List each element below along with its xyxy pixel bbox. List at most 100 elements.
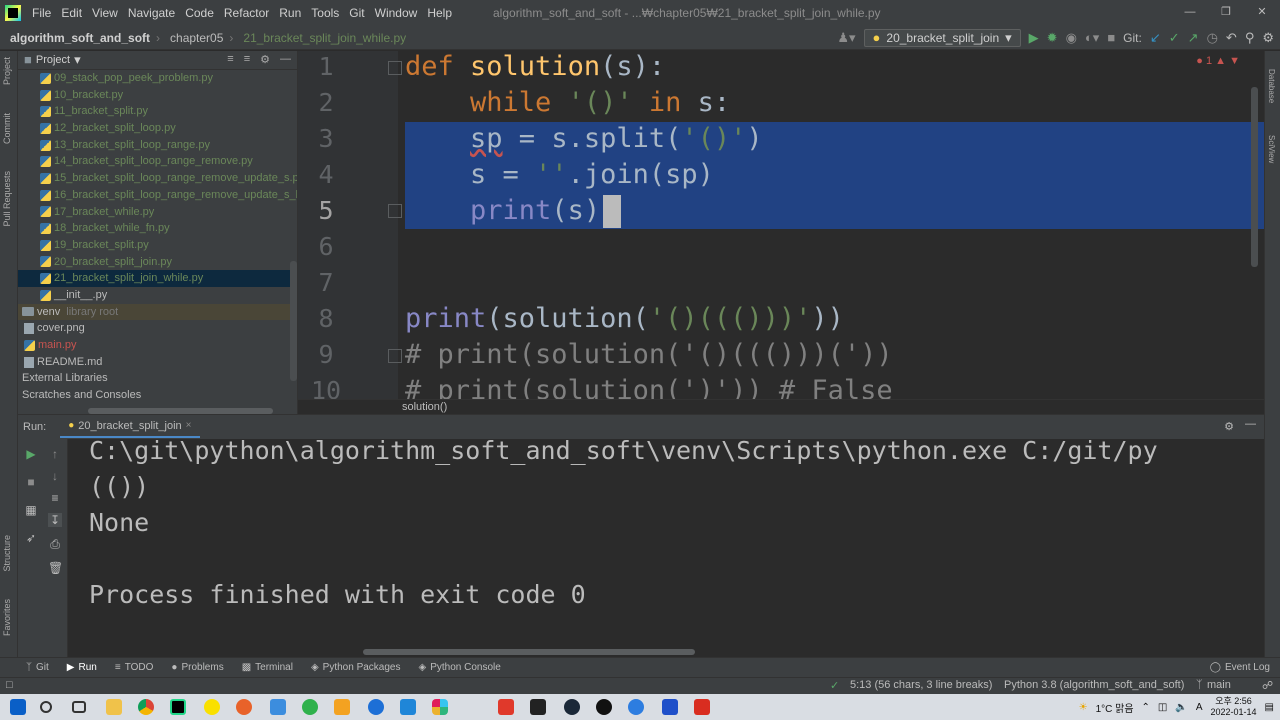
tool-tab-python-console[interactable]: ◈ Python Console [418, 662, 500, 673]
hide-icon[interactable]: — [280, 53, 291, 66]
tree-item[interactable]: 16_bracket_split_loop_range_remove_updat… [18, 187, 297, 204]
app-icon[interactable] [628, 699, 644, 715]
obs-icon[interactable] [596, 699, 612, 715]
app-icon[interactable] [368, 699, 384, 715]
event-log-tab[interactable]: ◯ Event Log [1210, 662, 1270, 673]
layout-toggle-icon[interactable]: □ [6, 679, 13, 691]
breadcrumb-file[interactable]: 21_bracket_split_join_while.py [233, 31, 412, 45]
menu-view[interactable]: View [87, 6, 123, 20]
layout-icon[interactable]: ▦ [24, 503, 38, 517]
tree-item[interactable]: 19_bracket_split.py [18, 237, 297, 254]
tree-item[interactable]: __init__.py [18, 287, 297, 304]
code-editor[interactable]: 1 2 3 4 5 6 7 8 9 10 def solution(s): while '()' … [298, 51, 1264, 399]
soft-wrap-icon[interactable]: ≡ [48, 491, 62, 505]
profile-icon[interactable]: ◐▾ [1085, 31, 1099, 45]
tool-tab-terminal[interactable]: ▩ Terminal [242, 662, 293, 673]
stop-icon[interactable]: ■ [24, 475, 38, 489]
debug-icon[interactable]: ✹ [1047, 31, 1058, 45]
menu-help[interactable]: Help [422, 6, 457, 20]
stripe-tab-favorites[interactable]: Favorites [2, 599, 12, 636]
user-icon[interactable]: ♟▾ [837, 31, 855, 45]
minimize-icon[interactable]: — [1172, 0, 1208, 26]
close-icon[interactable]: ✕ [1244, 0, 1280, 26]
chevron-up-icon[interactable]: ⌃ [1142, 702, 1150, 713]
close-icon[interactable]: × [186, 419, 192, 433]
menu-code[interactable]: Code [180, 6, 219, 20]
stripe-tab-structure[interactable]: Structure [2, 535, 12, 572]
tool-tab-python-packages[interactable]: ◈ Python Packages [311, 662, 401, 673]
menu-window[interactable]: Window [370, 6, 423, 20]
ime-icon[interactable]: A [1196, 702, 1203, 713]
slack-icon[interactable] [432, 699, 448, 715]
task-view-icon[interactable] [72, 701, 86, 713]
stripe-tab-project[interactable]: Project [2, 57, 12, 85]
app-icon[interactable] [236, 699, 252, 715]
vivaldi-icon[interactable] [498, 699, 514, 715]
history-icon[interactable]: ◷ [1207, 31, 1218, 45]
tree-item[interactable]: venv library root [18, 303, 297, 321]
app-icon[interactable] [530, 699, 546, 715]
fold-marker-icon[interactable] [388, 349, 402, 363]
stripe-tab-database[interactable]: Database [1267, 69, 1276, 103]
tree-item[interactable]: cover.png [18, 320, 297, 337]
tree-item[interactable]: External Libraries [18, 370, 297, 387]
rerun-icon[interactable]: ▶ [24, 447, 38, 461]
error-indicator[interactable]: ● 1 ▲ ▼ [1196, 55, 1240, 67]
interpreter-selector[interactable]: Python 3.8 (algorithm_soft_and_soft) [1004, 679, 1184, 691]
collapse-all-icon[interactable]: ≡ [244, 53, 250, 66]
tree-item[interactable]: main.py [18, 337, 297, 354]
stripe-tab-pull-requests[interactable]: Pull Requests [2, 171, 12, 227]
console-output[interactable]: C:\git\python\algorithm_soft_and_soft\ve… [89, 433, 1158, 613]
editor-breadcrumb[interactable]: solution() [298, 399, 1264, 414]
stop-icon[interactable]: ■ [1107, 31, 1115, 45]
menu-refactor[interactable]: Refactor [219, 6, 274, 20]
network-icon[interactable]: ◫ [1158, 702, 1167, 713]
down-arrow-icon[interactable]: ↓ [48, 469, 62, 483]
chrome-icon[interactable] [138, 699, 154, 715]
console-scrollbar[interactable] [363, 649, 695, 655]
kakaotalk-icon[interactable] [204, 699, 220, 715]
up-arrow-icon[interactable]: ↑ [48, 447, 62, 461]
menu-git[interactable]: Git [344, 6, 369, 20]
restore-icon[interactable]: ❐ [1208, 0, 1244, 26]
git-update-icon[interactable]: ↙ [1150, 31, 1161, 45]
gear-icon[interactable]: ⚙ [260, 53, 270, 66]
tree-item[interactable]: 11_bracket_split.py [18, 103, 297, 120]
sublime-icon[interactable] [334, 699, 350, 715]
tree-item[interactable]: 13_bracket_split_loop_range.py [18, 137, 297, 154]
tree-item[interactable]: 10_bracket.py [18, 87, 297, 104]
coverage-icon[interactable]: ◉ [1066, 31, 1077, 45]
file-explorer-icon[interactable] [106, 699, 122, 715]
print-icon[interactable]: ⎙ [48, 537, 62, 552]
tree-item[interactable]: 18_bracket_while_fn.py [18, 220, 297, 237]
tool-tab-todo[interactable]: ≡ TODO [115, 662, 154, 673]
pycharm-icon[interactable] [170, 699, 186, 715]
tree-item[interactable]: Scratches and Consoles [18, 387, 297, 404]
project-scrollbar[interactable] [290, 261, 297, 381]
pin-icon[interactable]: ➶ [24, 531, 38, 545]
expand-all-icon[interactable]: ≡ [227, 53, 233, 66]
scroll-to-end-icon[interactable]: ↧ [48, 513, 62, 527]
fold-marker-icon[interactable] [388, 61, 402, 75]
tool-tab-git[interactable]: ᛉ Git [26, 662, 49, 673]
menu-file[interactable]: File [27, 6, 56, 20]
fold-marker-icon[interactable] [388, 204, 402, 218]
hide-icon[interactable]: — [1245, 418, 1256, 430]
editor-scrollbar[interactable] [1251, 87, 1258, 267]
rollback-icon[interactable]: ↶ [1226, 31, 1237, 45]
menu-navigate[interactable]: Navigate [123, 6, 180, 20]
volume-icon[interactable]: 🔈 [1175, 702, 1187, 713]
settings-icon[interactable]: ⚙ [1262, 31, 1274, 45]
git-branch[interactable]: main [1207, 679, 1231, 691]
git-commit-icon[interactable]: ✓ [1169, 31, 1180, 45]
app-icon[interactable] [302, 699, 318, 715]
tree-item[interactable]: 09_stack_pop_peek_problem.py [18, 70, 297, 87]
menu-tools[interactable]: Tools [306, 6, 344, 20]
clock[interactable]: 오후 2:56 2022-01-14 [1211, 696, 1257, 718]
git-push-icon[interactable]: ↗ [1188, 31, 1199, 45]
tree-item[interactable]: 14_bracket_split_loop_range_remove.py [18, 153, 297, 170]
stripe-tab-sciview[interactable]: SciView [1267, 135, 1276, 163]
vscode-icon[interactable] [400, 699, 416, 715]
weather[interactable]: 1°C 맑음 [1096, 700, 1134, 715]
tree-item[interactable]: 17_bracket_while.py [18, 204, 297, 221]
